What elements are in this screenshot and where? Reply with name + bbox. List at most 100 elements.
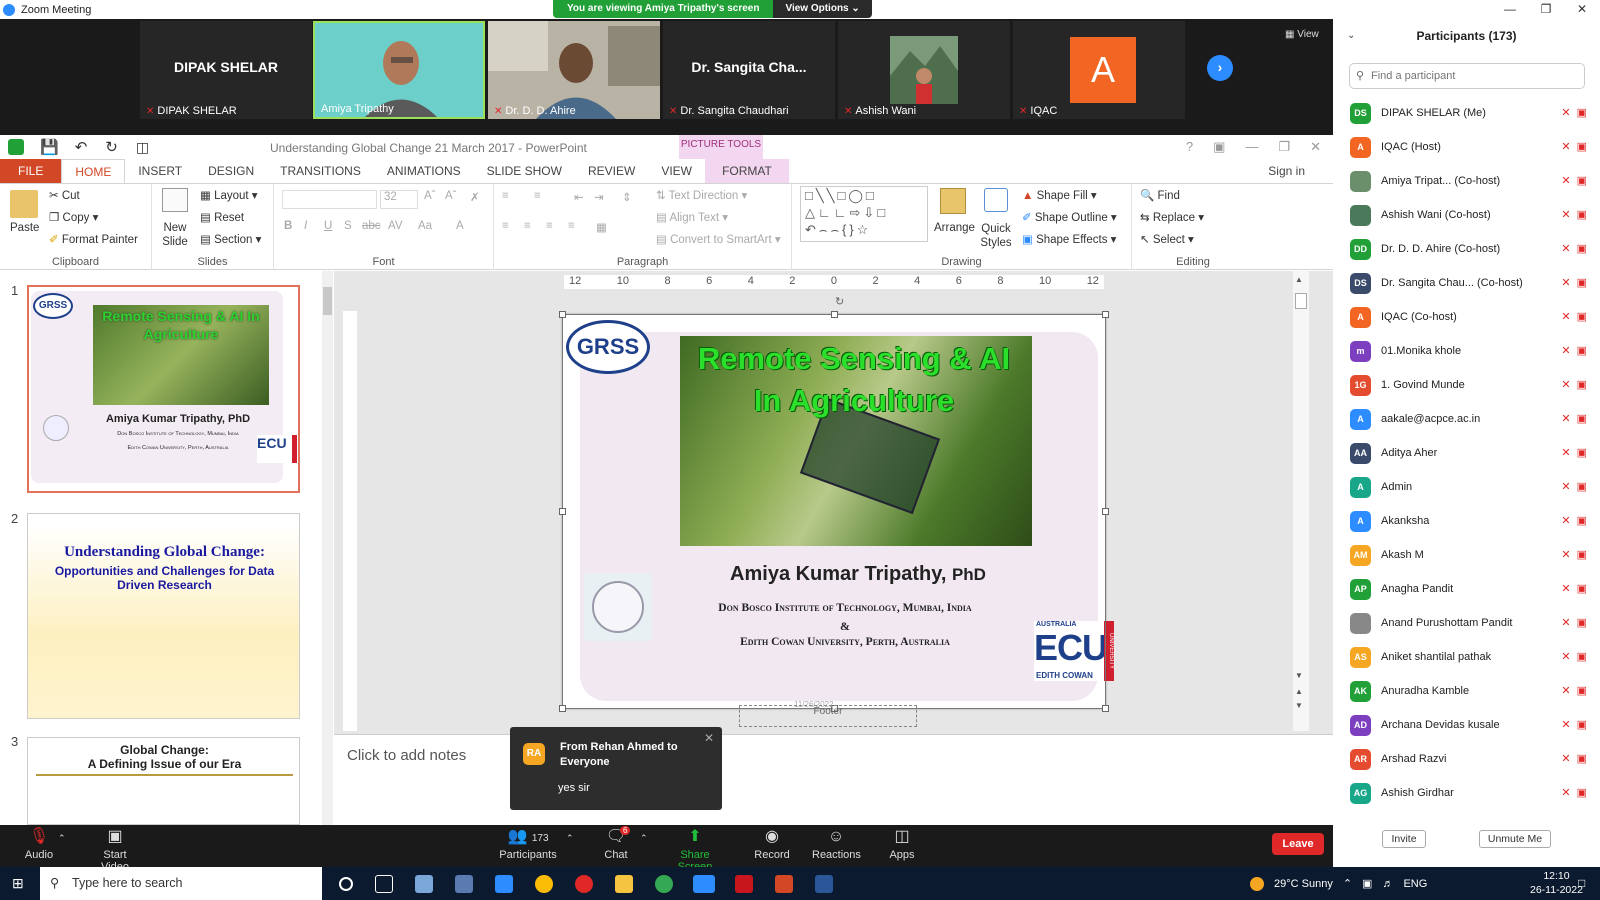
format-painter-button[interactable]: ✐ Format Painter (49, 232, 138, 246)
arrange-button[interactable]: Arrange (934, 222, 975, 234)
participant-row[interactable]: A Admin ✕ ▣ (1333, 471, 1591, 505)
participant-row[interactable]: A IQAC (Host) ✕ ▣ (1333, 131, 1591, 165)
cortana-icon[interactable] (339, 877, 353, 891)
shape-effects-button[interactable]: ▣ Shape Effects ▾ (1022, 232, 1116, 246)
resize-handle[interactable] (559, 705, 566, 712)
participant-row[interactable]: AR Arshad Razvi ✕ ▣ (1333, 743, 1591, 777)
participant-row[interactable]: AG Ashish Girdhar ✕ ▣ (1333, 777, 1591, 811)
shrink-font-icon[interactable]: Aˇ (445, 190, 457, 202)
opera-icon[interactable] (575, 875, 593, 893)
resize-handle[interactable] (831, 311, 838, 318)
thumbnails-scrollbar[interactable] (322, 271, 333, 825)
shapes-gallery[interactable]: □╲╲□◯□ △∟∟⇨⇩□ ↶⌢⌢{}☆ (800, 186, 928, 242)
resize-handle[interactable] (1102, 705, 1109, 712)
participant-row[interactable]: Aaakale@acpce.ac.in ✕ ▣ (1333, 403, 1591, 437)
notes-pane[interactable]: Click to add notes (334, 734, 1333, 825)
tab-transitions[interactable]: TRANSITIONS (267, 159, 374, 183)
participant-row[interactable]: AA Aditya Aher ✕ ▣ (1333, 437, 1591, 471)
file-explorer-icon[interactable] (615, 875, 633, 893)
todo-icon[interactable] (495, 875, 513, 893)
paste-icon[interactable] (10, 190, 38, 218)
select-button[interactable]: ↖ Select ▾ (1140, 232, 1194, 246)
change-case-icon[interactable]: Aa (418, 220, 432, 232)
tab-slide-show[interactable]: SLIDE SHOW (474, 159, 575, 183)
video-tile-ahire[interactable]: ✕ Dr. D. D. Ahire (488, 21, 660, 119)
participants-button[interactable]: 👥 173 Participants (496, 827, 560, 861)
align-center-icon[interactable]: ≡ (524, 220, 531, 232)
next-page-arrow-icon[interactable]: › (1207, 55, 1233, 81)
participant-row[interactable]: DS Dr. Sangita Chau... (Co-host) ✕ ▣ (1333, 267, 1591, 301)
underline-icon[interactable]: U (324, 220, 332, 232)
quick-styles-button[interactable]: Quick Styles (978, 222, 1014, 250)
participant-row[interactable]: DS DIPAK SHELAR (Me) ✕ ▣ (1333, 97, 1591, 131)
columns-icon[interactable]: ▦ (596, 220, 607, 234)
font-size-box[interactable]: 32 (380, 190, 418, 209)
video-tile-sangita[interactable]: Dr. Sangita Cha... ✕ Dr. Sangita Chaudhar… (663, 21, 835, 119)
participant-row[interactable]: Ashish Wani (Co-host) ✕ ▣ (1333, 199, 1591, 233)
participant-row[interactable]: Anand Purushottam Pandit ✕ ▣ (1333, 607, 1591, 641)
resize-handle[interactable] (559, 311, 566, 318)
network-icon[interactable]: ▣ (1362, 877, 1372, 890)
increase-indent-icon[interactable]: ⇥ (594, 190, 604, 204)
scroll-down-icon[interactable]: ▼ (1295, 671, 1303, 680)
weather-text[interactable]: 29°C Sunny (1274, 878, 1333, 890)
tab-insert[interactable]: INSERT (125, 159, 195, 183)
redo-icon[interactable]: ↻ (105, 138, 118, 156)
chrome-icon[interactable] (535, 875, 553, 893)
task-view-icon[interactable] (375, 875, 393, 893)
undo-icon[interactable]: ↶ (75, 138, 88, 156)
slide-thumbnail-3[interactable]: Global Change: A Defining Issue of our E… (27, 737, 300, 825)
word-icon[interactable] (815, 875, 833, 893)
tab-animations[interactable]: ANIMATIONS (374, 159, 474, 183)
participant-row[interactable]: AS Aniket shantilal pathak ✕ ▣ (1333, 641, 1591, 675)
bullets-icon[interactable]: ≡ (502, 190, 509, 202)
calculator-icon[interactable] (455, 875, 473, 893)
apps-button[interactable]: ◫ Apps (888, 827, 916, 861)
shape-fill-button[interactable]: ▲ Shape Fill ▾ (1022, 188, 1097, 202)
align-text-button[interactable]: ▤ Align Text ▾ (656, 210, 728, 224)
tray-chevron-icon[interactable]: ⌃ (1343, 877, 1352, 890)
reset-button[interactable]: ▤ Reset (200, 210, 244, 224)
replace-button[interactable]: ⇆ Replace ▾ (1140, 210, 1204, 224)
chat-notification[interactable]: RA From Rehan Ahmed to Everyone yes sir … (510, 727, 722, 810)
video-tile-amiya[interactable]: Amiya Tripathy (313, 21, 485, 119)
powerpoint-icon[interactable] (775, 875, 793, 893)
resize-handle[interactable] (1102, 311, 1109, 318)
close-icon[interactable]: ✕ (1310, 139, 1321, 155)
save-icon[interactable]: 💾 (40, 138, 59, 156)
align-left-icon[interactable]: ≡ (502, 220, 509, 232)
participant-search-input[interactable] (1349, 63, 1585, 89)
app-icon[interactable] (415, 875, 433, 893)
audio-options-chevron-icon[interactable]: ⌃ (58, 833, 66, 844)
chrome-profile-icon[interactable] (655, 875, 673, 893)
grow-font-icon[interactable]: Aˆ (424, 190, 436, 202)
restore-icon[interactable]: ❐ (1528, 0, 1564, 19)
sign-in-link[interactable]: Sign in (1268, 164, 1305, 178)
scroll-up-icon[interactable]: ▲ (1295, 275, 1303, 284)
scroll-thumb[interactable] (1295, 293, 1307, 309)
unmute-me-button[interactable]: Unmute Me (1479, 830, 1551, 848)
participant-row[interactable]: 1G 1. Govind Munde ✕ ▣ (1333, 369, 1591, 403)
italic-icon[interactable]: I (304, 220, 307, 232)
participant-row[interactable]: AM Akash M ✕ ▣ (1333, 539, 1591, 573)
close-icon[interactable]: ✕ (704, 731, 714, 745)
justify-icon[interactable]: ≡ (568, 220, 575, 232)
video-tile-ashish[interactable]: ✕ Ashish Wani (838, 21, 1010, 119)
footer-placeholder[interactable]: Footer (739, 705, 917, 727)
help-icon[interactable]: ? (1186, 139, 1193, 155)
font-name-box[interactable] (282, 190, 377, 209)
strikethrough-icon[interactable]: abc (362, 220, 381, 232)
volume-icon[interactable]: ♬ (1382, 878, 1393, 890)
reactions-button[interactable]: ☺ Reactions (812, 827, 861, 861)
record-button[interactable]: ◉ Record (752, 827, 792, 861)
zoom-taskbar-icon[interactable] (693, 875, 715, 893)
char-spacing-icon[interactable]: AV (388, 220, 403, 232)
restore-icon[interactable]: ❐ (1278, 139, 1290, 155)
acrobat-icon[interactable] (735, 875, 753, 893)
convert-smartart-button[interactable]: ▤ Convert to SmartArt ▾ (656, 232, 781, 246)
rotate-handle-icon[interactable]: ↻ (835, 295, 844, 308)
participant-row[interactable]: m 01.Monika khole ✕ ▣ (1333, 335, 1591, 369)
participant-row[interactable]: DD Dr. D. D. Ahire (Co-host) ✕ ▣ (1333, 233, 1591, 267)
cut-button[interactable]: ✂ Cut (49, 188, 80, 202)
layout-button[interactable]: ▦ Layout ▾ (200, 188, 258, 202)
